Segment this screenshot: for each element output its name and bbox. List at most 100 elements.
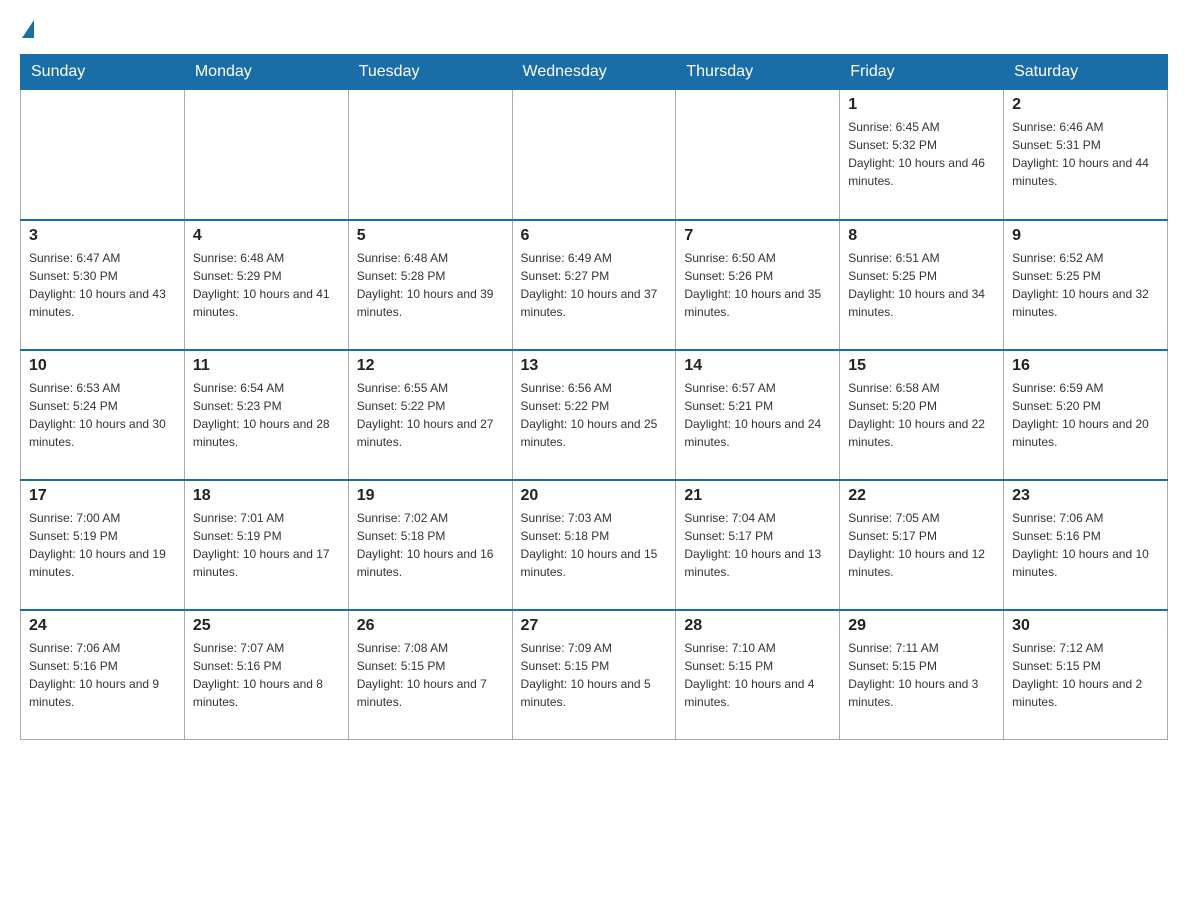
calendar-cell: 28 Sunrise: 7:10 AM Sunset: 5:15 PM Dayli…	[676, 610, 840, 740]
day-info: Sunrise: 7:11 AM Sunset: 5:15 PM Dayligh…	[848, 639, 995, 711]
day-number: 9	[1012, 227, 1159, 245]
day-number: 27	[521, 617, 668, 635]
calendar-cell	[512, 90, 676, 220]
calendar-cell: 5 Sunrise: 6:48 AM Sunset: 5:28 PM Daylig…	[348, 220, 512, 350]
calendar-cell: 26 Sunrise: 7:08 AM Sunset: 5:15 PM Dayli…	[348, 610, 512, 740]
calendar-cell: 14 Sunrise: 6:57 AM Sunset: 5:21 PM Dayli…	[676, 350, 840, 480]
day-info: Sunrise: 6:56 AM Sunset: 5:22 PM Dayligh…	[521, 379, 668, 451]
calendar-cell: 24 Sunrise: 7:06 AM Sunset: 5:16 PM Dayli…	[21, 610, 185, 740]
day-info: Sunrise: 6:48 AM Sunset: 5:29 PM Dayligh…	[193, 249, 340, 321]
calendar-cell: 6 Sunrise: 6:49 AM Sunset: 5:27 PM Daylig…	[512, 220, 676, 350]
weekday-header-row: SundayMondayTuesdayWednesdayThursdayFrid…	[21, 55, 1168, 90]
calendar-cell: 10 Sunrise: 6:53 AM Sunset: 5:24 PM Dayli…	[21, 350, 185, 480]
day-number: 26	[357, 617, 504, 635]
week-row-5: 24 Sunrise: 7:06 AM Sunset: 5:16 PM Dayli…	[21, 610, 1168, 740]
day-number: 12	[357, 357, 504, 375]
calendar-cell: 13 Sunrise: 6:56 AM Sunset: 5:22 PM Dayli…	[512, 350, 676, 480]
day-info: Sunrise: 6:48 AM Sunset: 5:28 PM Dayligh…	[357, 249, 504, 321]
calendar-cell: 2 Sunrise: 6:46 AM Sunset: 5:31 PM Daylig…	[1004, 90, 1168, 220]
calendar-cell: 11 Sunrise: 6:54 AM Sunset: 5:23 PM Dayli…	[184, 350, 348, 480]
day-number: 8	[848, 227, 995, 245]
calendar-cell: 4 Sunrise: 6:48 AM Sunset: 5:29 PM Daylig…	[184, 220, 348, 350]
day-info: Sunrise: 6:51 AM Sunset: 5:25 PM Dayligh…	[848, 249, 995, 321]
calendar-cell: 9 Sunrise: 6:52 AM Sunset: 5:25 PM Daylig…	[1004, 220, 1168, 350]
day-number: 10	[29, 357, 176, 375]
calendar-cell: 3Sunrise: 6:47 AM Sunset: 5:30 PM Daylig…	[21, 220, 185, 350]
calendar-cell: 12 Sunrise: 6:55 AM Sunset: 5:22 PM Dayli…	[348, 350, 512, 480]
calendar-cell: 25 Sunrise: 7:07 AM Sunset: 5:16 PM Dayli…	[184, 610, 348, 740]
day-info: Sunrise: 6:57 AM Sunset: 5:21 PM Dayligh…	[684, 379, 831, 451]
calendar-cell: 21 Sunrise: 7:04 AM Sunset: 5:17 PM Dayli…	[676, 480, 840, 610]
day-info: Sunrise: 6:49 AM Sunset: 5:27 PM Dayligh…	[521, 249, 668, 321]
day-info: Sunrise: 6:45 AM Sunset: 5:32 PM Dayligh…	[848, 118, 995, 190]
calendar-cell	[348, 90, 512, 220]
calendar-cell: 15 Sunrise: 6:58 AM Sunset: 5:20 PM Dayli…	[840, 350, 1004, 480]
day-number: 6	[521, 227, 668, 245]
day-number: 7	[684, 227, 831, 245]
day-info: Sunrise: 6:46 AM Sunset: 5:31 PM Dayligh…	[1012, 118, 1159, 190]
calendar-cell	[184, 90, 348, 220]
calendar-cell: 27 Sunrise: 7:09 AM Sunset: 5:15 PM Dayli…	[512, 610, 676, 740]
calendar-cell: 8 Sunrise: 6:51 AM Sunset: 5:25 PM Daylig…	[840, 220, 1004, 350]
day-number: 5	[357, 227, 504, 245]
day-number: 28	[684, 617, 831, 635]
calendar-cell: 17Sunrise: 7:00 AM Sunset: 5:19 PM Dayli…	[21, 480, 185, 610]
weekday-header-monday: Monday	[184, 55, 348, 90]
day-number: 13	[521, 357, 668, 375]
day-number: 21	[684, 487, 831, 505]
calendar-cell	[21, 90, 185, 220]
weekday-header-friday: Friday	[840, 55, 1004, 90]
day-info: Sunrise: 6:50 AM Sunset: 5:26 PM Dayligh…	[684, 249, 831, 321]
day-number: 18	[193, 487, 340, 505]
day-number: 24	[29, 617, 176, 635]
day-number: 30	[1012, 617, 1159, 635]
day-info: Sunrise: 7:01 AM Sunset: 5:19 PM Dayligh…	[193, 509, 340, 581]
weekday-header-wednesday: Wednesday	[512, 55, 676, 90]
day-number: 15	[848, 357, 995, 375]
day-number: 14	[684, 357, 831, 375]
day-info: Sunrise: 7:10 AM Sunset: 5:15 PM Dayligh…	[684, 639, 831, 711]
day-number: 1	[848, 96, 995, 114]
week-row-4: 17Sunrise: 7:00 AM Sunset: 5:19 PM Dayli…	[21, 480, 1168, 610]
day-info: Sunrise: 7:00 AM Sunset: 5:19 PM Dayligh…	[29, 509, 176, 581]
day-number: 19	[357, 487, 504, 505]
day-number: 25	[193, 617, 340, 635]
day-number: 20	[521, 487, 668, 505]
calendar-cell: 30 Sunrise: 7:12 AM Sunset: 5:15 PM Dayli…	[1004, 610, 1168, 740]
page-header	[20, 20, 1168, 38]
day-info: Sunrise: 7:08 AM Sunset: 5:15 PM Dayligh…	[357, 639, 504, 711]
day-info: Sunrise: 7:06 AM Sunset: 5:16 PM Dayligh…	[1012, 509, 1159, 581]
weekday-header-sunday: Sunday	[21, 55, 185, 90]
calendar-cell: 20 Sunrise: 7:03 AM Sunset: 5:18 PM Dayli…	[512, 480, 676, 610]
day-info: Sunrise: 7:05 AM Sunset: 5:17 PM Dayligh…	[848, 509, 995, 581]
logo	[20, 20, 36, 38]
calendar-cell: 18 Sunrise: 7:01 AM Sunset: 5:19 PM Dayli…	[184, 480, 348, 610]
day-info: Sunrise: 7:12 AM Sunset: 5:15 PM Dayligh…	[1012, 639, 1159, 711]
week-row-3: 10 Sunrise: 6:53 AM Sunset: 5:24 PM Dayli…	[21, 350, 1168, 480]
calendar-cell: 16 Sunrise: 6:59 AM Sunset: 5:20 PM Dayli…	[1004, 350, 1168, 480]
day-info: Sunrise: 7:04 AM Sunset: 5:17 PM Dayligh…	[684, 509, 831, 581]
week-row-1: 1 Sunrise: 6:45 AM Sunset: 5:32 PM Daylig…	[21, 90, 1168, 220]
day-info: Sunrise: 6:59 AM Sunset: 5:20 PM Dayligh…	[1012, 379, 1159, 451]
day-info: Sunrise: 7:07 AM Sunset: 5:16 PM Dayligh…	[193, 639, 340, 711]
calendar-cell: 22Sunrise: 7:05 AM Sunset: 5:17 PM Dayli…	[840, 480, 1004, 610]
day-info: Sunrise: 7:03 AM Sunset: 5:18 PM Dayligh…	[521, 509, 668, 581]
calendar-cell: 1 Sunrise: 6:45 AM Sunset: 5:32 PM Daylig…	[840, 90, 1004, 220]
day-number: 16	[1012, 357, 1159, 375]
day-number: 4	[193, 227, 340, 245]
day-info: Sunrise: 7:09 AM Sunset: 5:15 PM Dayligh…	[521, 639, 668, 711]
calendar-table: SundayMondayTuesdayWednesdayThursdayFrid…	[20, 54, 1168, 740]
day-number: 3	[29, 227, 176, 245]
calendar-cell	[676, 90, 840, 220]
day-info: Sunrise: 6:54 AM Sunset: 5:23 PM Dayligh…	[193, 379, 340, 451]
day-info: Sunrise: 7:02 AM Sunset: 5:18 PM Dayligh…	[357, 509, 504, 581]
weekday-header-tuesday: Tuesday	[348, 55, 512, 90]
day-number: 11	[193, 357, 340, 375]
day-info: Sunrise: 7:06 AM Sunset: 5:16 PM Dayligh…	[29, 639, 176, 711]
day-number: 2	[1012, 96, 1159, 114]
day-info: Sunrise: 6:53 AM Sunset: 5:24 PM Dayligh…	[29, 379, 176, 451]
day-info: Sunrise: 6:55 AM Sunset: 5:22 PM Dayligh…	[357, 379, 504, 451]
day-info: Sunrise: 6:52 AM Sunset: 5:25 PM Dayligh…	[1012, 249, 1159, 321]
calendar-cell: 29Sunrise: 7:11 AM Sunset: 5:15 PM Dayli…	[840, 610, 1004, 740]
day-info: Sunrise: 6:58 AM Sunset: 5:20 PM Dayligh…	[848, 379, 995, 451]
